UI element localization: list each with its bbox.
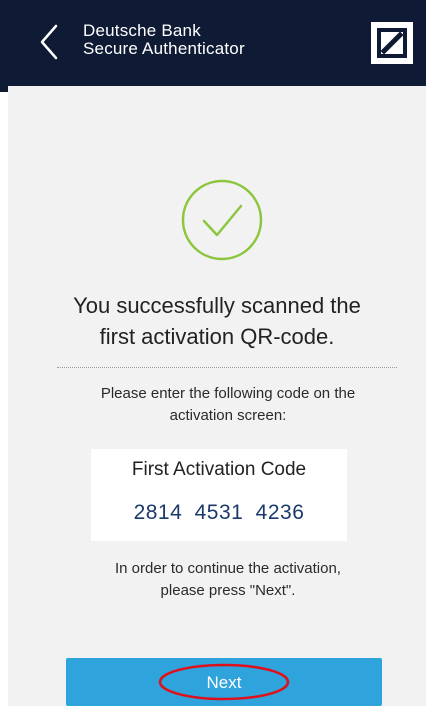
next-button[interactable]: Next: [66, 658, 382, 706]
left-edge-strip: [0, 0, 8, 706]
divider: [57, 367, 397, 368]
app-title: Deutsche Bank Secure Authenticator: [83, 22, 245, 58]
chevron-left-icon[interactable]: [36, 20, 66, 64]
main-content: You successfully scanned the first activ…: [8, 86, 426, 706]
instruction-text: Please enter the following code on the a…: [100, 385, 356, 424]
app-title-line2: Secure Authenticator: [83, 39, 245, 58]
activation-code-label: First Activation Code: [131, 459, 307, 480]
app-header: Deutsche Bank Secure Authenticator: [8, 0, 426, 86]
check-circle-icon: [181, 179, 263, 261]
deutsche-bank-logo-icon: [371, 22, 413, 64]
next-button-label: Next: [206, 673, 242, 692]
activation-code-value: 2814 4531 4236: [133, 501, 305, 524]
activation-code-card: First Activation Code 2814 4531 4236: [91, 449, 347, 541]
top-edge-strip: [0, 0, 8, 92]
success-heading: You successfully scanned the first activ…: [73, 293, 361, 349]
app-title-line1: Deutsche Bank: [83, 21, 201, 40]
app-screen: Deutsche Bank Secure Authenticator You s…: [0, 0, 426, 706]
continue-instruction: In order to continue the activation, ple…: [115, 560, 341, 599]
